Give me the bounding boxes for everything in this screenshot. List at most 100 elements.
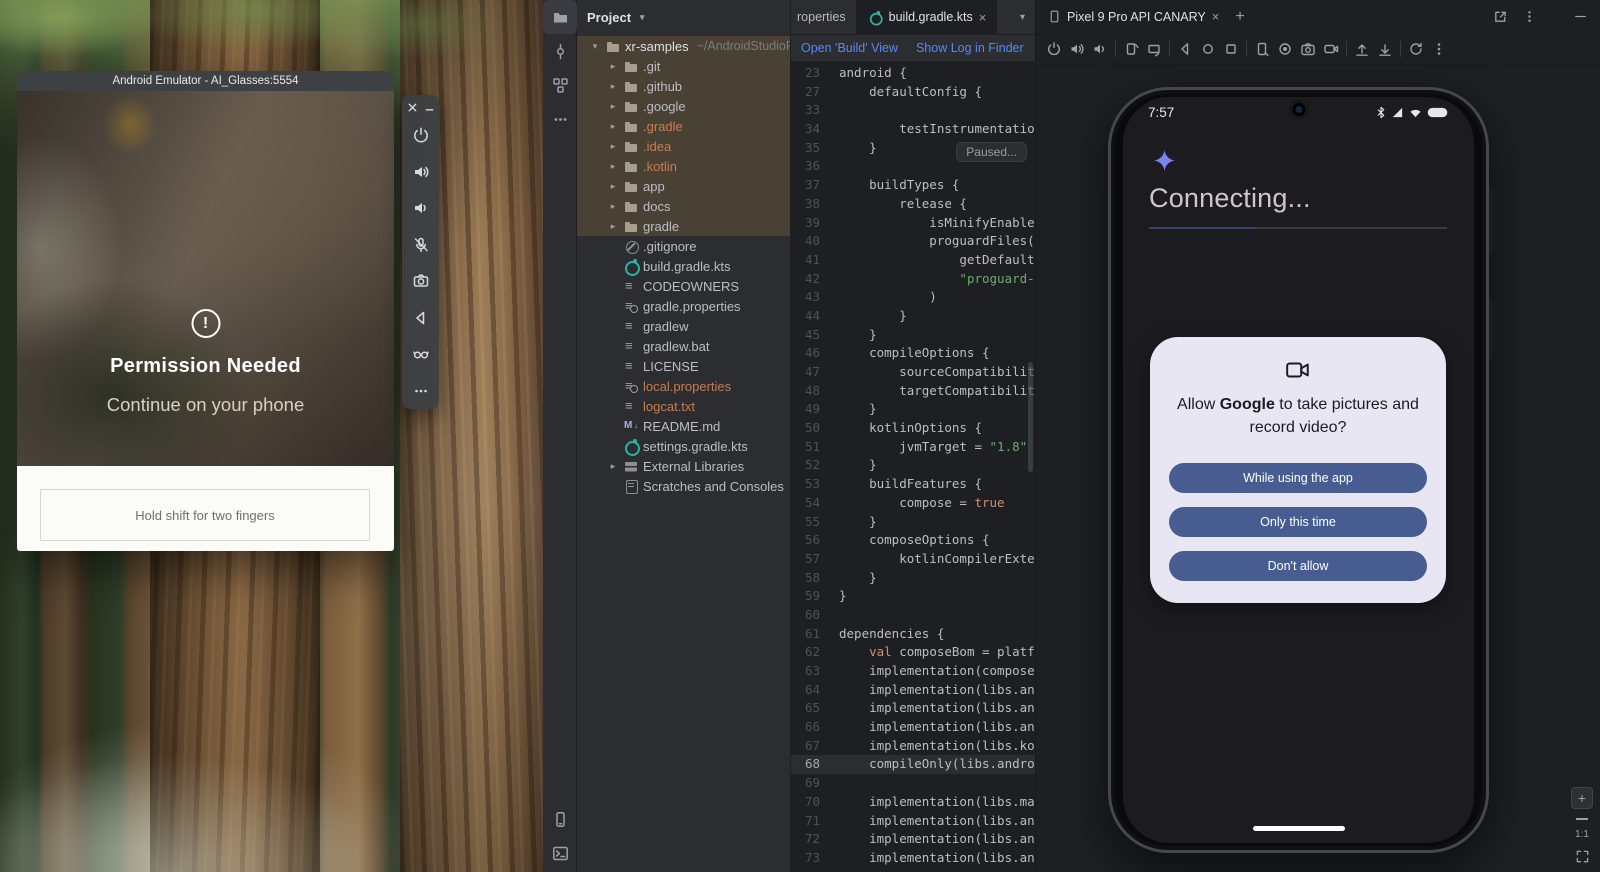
code-line[interactable]: 61 dependencies {	[791, 625, 1035, 644]
rotate-right-icon[interactable]	[1146, 41, 1162, 57]
tree-item[interactable]: ▸ .kotlin	[577, 156, 790, 176]
editor-scrollbar[interactable]	[1028, 362, 1033, 472]
code-line[interactable]: 51 jvmTarget = "1.8"	[791, 438, 1035, 457]
terminal-button[interactable]	[543, 836, 577, 870]
code-line[interactable]: 59 }	[791, 587, 1035, 606]
fit-to-window-icon[interactable]	[1575, 849, 1590, 864]
tree-item[interactable]: LICENSE	[577, 356, 790, 376]
code-line[interactable]: 70 implementation(libs.mate	[791, 793, 1035, 812]
code-line[interactable]: 41 getDefaultPr	[791, 251, 1035, 270]
tree-item[interactable]: settings.gradle.kts	[577, 436, 790, 456]
permission-button[interactable]: Don't allow	[1169, 551, 1427, 581]
project-tool-button[interactable]	[543, 0, 577, 34]
code-line[interactable]: 57 kotlinCompilerExtens	[791, 550, 1035, 569]
code-line[interactable]: 62 val composeBom = platfor	[791, 643, 1035, 662]
code-line[interactable]: 68 compileOnly(libs.android	[791, 755, 1035, 774]
code-line[interactable]: 71 implementation(libs.andr	[791, 812, 1035, 831]
hide-panel-icon[interactable]	[1573, 9, 1588, 24]
download-icon[interactable]	[1377, 41, 1393, 57]
close-tab-icon[interactable]: ×	[979, 10, 987, 25]
tree-item[interactable]: Scratches and Consoles	[577, 476, 790, 496]
tree-item[interactable]: ▸ gradle	[577, 216, 790, 236]
code-line[interactable]: 67 implementation(libs.kotl	[791, 737, 1035, 756]
project-panel-header[interactable]: Project ▾	[577, 0, 790, 34]
show-log-in-finder-link[interactable]: Show Log in Finder	[916, 41, 1024, 55]
tab-gradle-properties[interactable]: roperties	[791, 0, 857, 34]
code-line[interactable]: 39 isMinifyEnabled	[791, 214, 1035, 233]
zoom-out-button[interactable]	[1576, 818, 1588, 820]
code-line[interactable]: 69	[791, 774, 1035, 793]
screenshot-icon[interactable]	[1254, 41, 1270, 57]
screen-record-icon[interactable]	[1277, 41, 1293, 57]
code-line[interactable]: 46 compileOptions {	[791, 344, 1035, 363]
camera-photo-icon[interactable]	[1300, 41, 1316, 57]
code-line[interactable]: 37 buildTypes {	[791, 176, 1035, 195]
tree-item[interactable]: README.md	[577, 416, 790, 436]
tree-item[interactable]: local.properties	[577, 376, 790, 396]
structure-tool-button[interactable]	[543, 68, 577, 102]
code-line[interactable]: 52 }	[791, 456, 1035, 475]
device-manager-button[interactable]	[543, 802, 577, 836]
device-tab-pixel-9-pro[interactable]: Pixel 9 Pro API CANARY ×	[1044, 9, 1223, 24]
code-line[interactable]: 58 }	[791, 569, 1035, 588]
code-line[interactable]: 53 buildFeatures {	[791, 475, 1035, 494]
code-line[interactable]: 60	[791, 606, 1035, 625]
emulator-screen[interactable]: ! Permission Needed Continue on your pho…	[17, 91, 394, 466]
volume-up-icon[interactable]	[1069, 41, 1085, 57]
back-icon[interactable]	[1177, 41, 1193, 57]
tree-item[interactable]: ▸ .github	[577, 76, 790, 96]
back-button[interactable]	[402, 299, 439, 336]
more-button[interactable]	[402, 372, 439, 409]
code-line[interactable]: 47 sourceCompatibility	[791, 363, 1035, 382]
volume-down-button[interactable]	[402, 190, 439, 227]
minimize-icon[interactable]	[424, 102, 435, 113]
glasses-pose-button[interactable]	[402, 336, 439, 373]
tree-item[interactable]: ▸ .google	[577, 96, 790, 116]
code-line[interactable]: 23 android {	[791, 64, 1035, 83]
upload-icon[interactable]	[1354, 41, 1370, 57]
tree-item[interactable]: gradle.properties	[577, 296, 790, 316]
tree-item[interactable]: logcat.txt	[577, 396, 790, 416]
phone-screen[interactable]: 7:57 Connecting...	[1123, 97, 1474, 843]
code-line[interactable]: 73 implementation(libs.andr	[791, 849, 1035, 868]
code-line[interactable]: 27 defaultConfig {	[791, 83, 1035, 102]
tree-item[interactable]: ▸ .idea	[577, 136, 790, 156]
home-icon[interactable]	[1200, 41, 1216, 57]
volume-up-button[interactable]	[402, 153, 439, 190]
mic-muted-button[interactable]	[402, 226, 439, 263]
kebab-menu-icon[interactable]	[1522, 9, 1537, 24]
rotate-left-icon[interactable]	[1123, 41, 1139, 57]
code-line[interactable]: 33	[791, 101, 1035, 120]
tree-root-item[interactable]: ▾ xr-samples ~/AndroidStudioProj	[577, 36, 790, 56]
code-line[interactable]: 44 }	[791, 307, 1035, 326]
permission-button[interactable]: While using the app	[1169, 463, 1427, 493]
code-line[interactable]: 54 compose = true	[791, 494, 1035, 513]
add-device-tab-button[interactable]: +	[1231, 8, 1248, 26]
tree-item[interactable]: ▸ External Libraries	[577, 456, 790, 476]
code-line[interactable]: 34 testInstrumentationR	[791, 120, 1035, 139]
code-editor[interactable]: 23 android { 27 defaultConfig { 33 34 te…	[791, 62, 1035, 872]
code-line[interactable]: 50 kotlinOptions {	[791, 419, 1035, 438]
code-line[interactable]: 38 release {	[791, 195, 1035, 214]
tree-item[interactable]: ▸ docs	[577, 196, 790, 216]
open-in-window-icon[interactable]	[1493, 9, 1508, 24]
tree-item[interactable]: ▸ .gradle	[577, 116, 790, 136]
home-indicator[interactable]	[1253, 826, 1345, 831]
restart-icon[interactable]	[1408, 41, 1424, 57]
code-line[interactable]: 56 composeOptions {	[791, 531, 1035, 550]
camera-button[interactable]	[402, 263, 439, 300]
close-icon[interactable]	[407, 102, 418, 113]
code-line[interactable]: 40 proguardFiles(	[791, 232, 1035, 251]
chevron-expanded-icon[interactable]: ▾	[589, 41, 601, 52]
tree-item[interactable]: ▸ app	[577, 176, 790, 196]
tab-build-gradle-kts[interactable]: build.gradle.kts ×	[857, 0, 998, 34]
zoom-in-button[interactable]: +	[1571, 787, 1593, 809]
code-line[interactable]: 43 )	[791, 288, 1035, 307]
more-tool-windows-button[interactable]	[543, 102, 577, 136]
volume-down-icon[interactable]	[1092, 41, 1108, 57]
permission-button[interactable]: Only this time	[1169, 507, 1427, 537]
camera-video-icon[interactable]	[1323, 41, 1339, 57]
tree-item[interactable]: gradlew.bat	[577, 336, 790, 356]
code-line[interactable]: 45 }	[791, 326, 1035, 345]
power-button[interactable]	[402, 117, 439, 154]
